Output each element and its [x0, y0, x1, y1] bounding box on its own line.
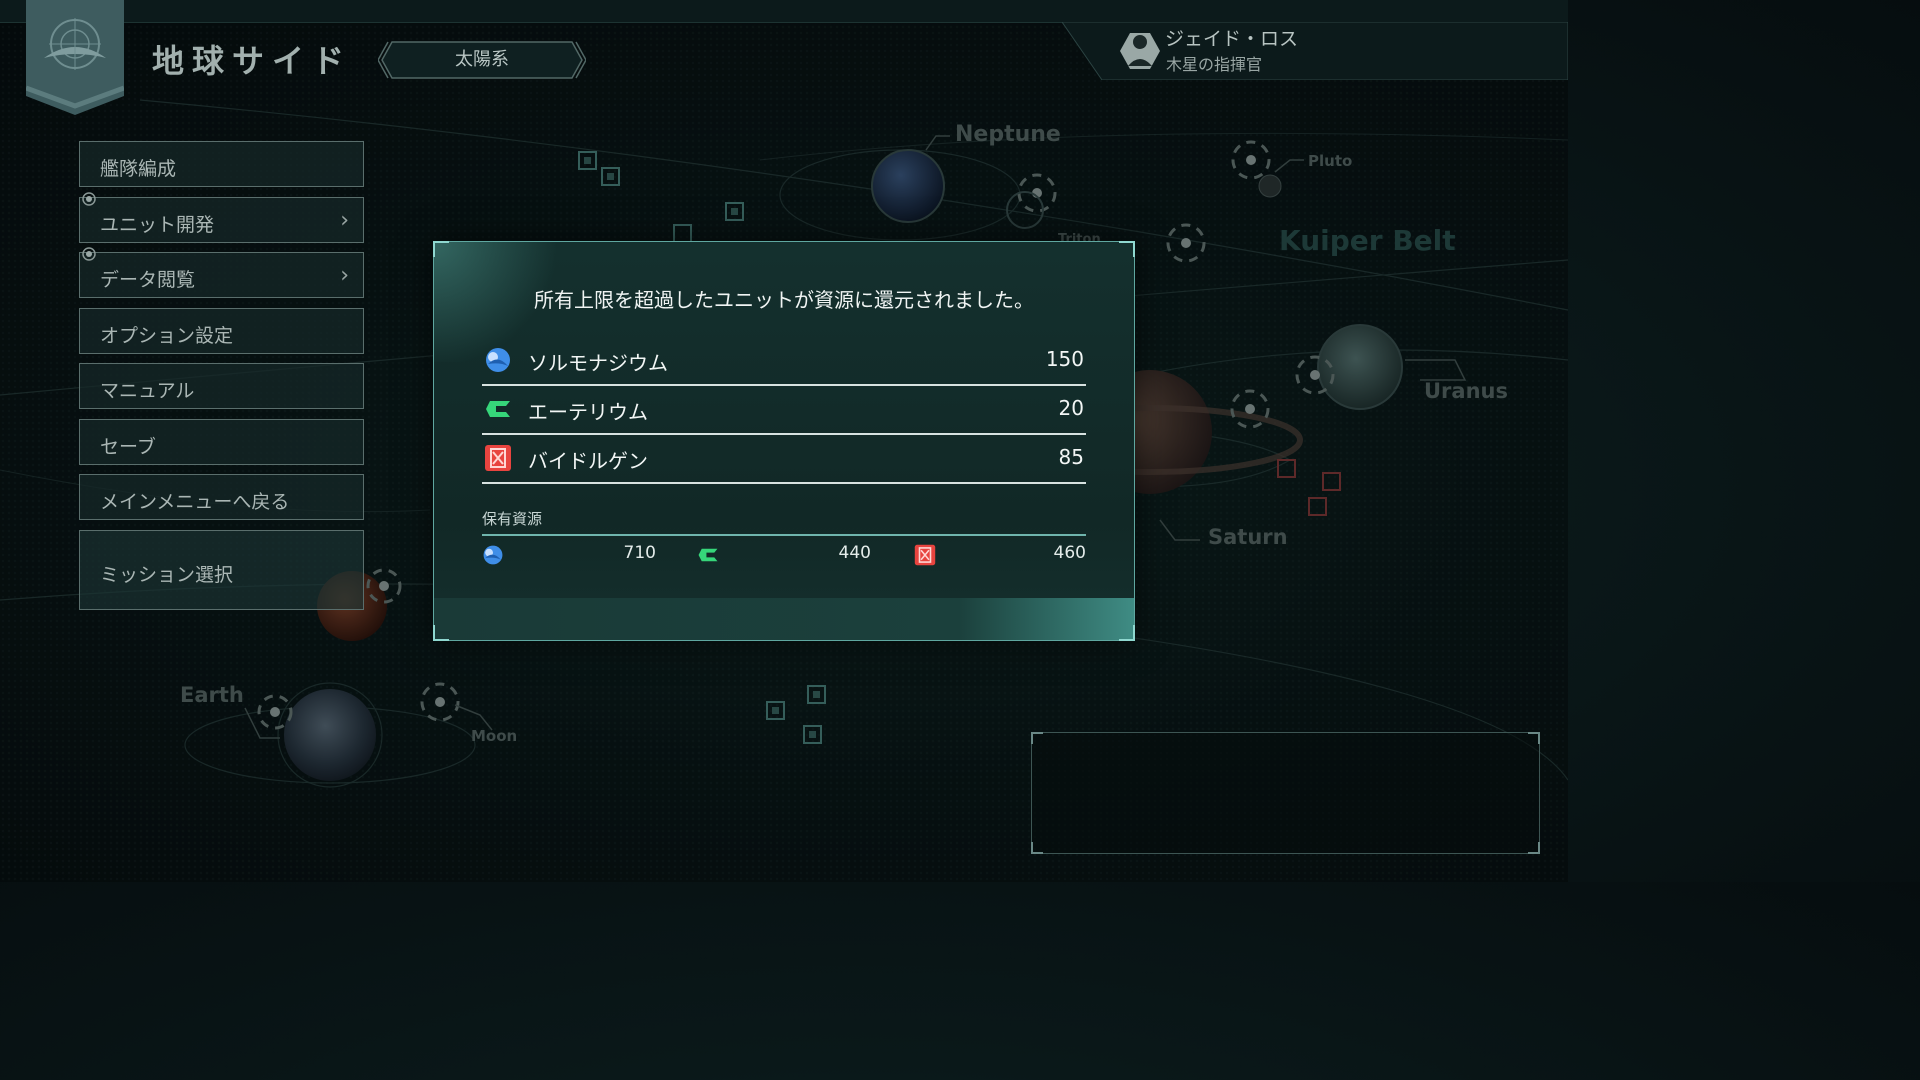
menu-label: ユニット開発 — [100, 214, 215, 236]
menu-return-main[interactable]: メインメニューへ戻る — [79, 474, 364, 520]
menu-label: 艦隊編成 — [100, 158, 177, 180]
menu-label: データ閲覧 — [100, 269, 196, 291]
menu-data-browse[interactable]: データ閲覧 › — [79, 247, 364, 298]
holding-value: 460 — [1053, 543, 1086, 563]
etherium-icon — [698, 548, 718, 562]
chevron-right-icon: › — [340, 263, 349, 288]
solmonadium-icon — [486, 348, 510, 372]
faction-title: 地球サイド — [152, 42, 353, 80]
menu-label: マニュアル — [100, 380, 195, 402]
resource-conversion-dialog[interactable]: 所有上限を超過したユニットが資源に還元されました。 ソルモナジウム 150 エー… — [433, 241, 1135, 641]
notification-dot-icon — [82, 192, 96, 206]
commander-title: 木星の指揮官 — [1166, 55, 1263, 74]
resource-name: バイドルゲン — [528, 449, 648, 473]
resource-name: エーテリウム — [528, 400, 648, 424]
baidorgen-icon — [485, 445, 511, 471]
notification-dot-icon — [82, 247, 96, 261]
holdings-label: 保有資源 — [482, 510, 543, 528]
menu-label: ミッション選択 — [100, 564, 234, 586]
menu-label: セーブ — [100, 436, 156, 458]
menu-fleet-formation[interactable]: 艦隊編成 — [79, 141, 364, 187]
menu-options[interactable]: オプション設定 — [79, 308, 364, 354]
faction-emblem-icon — [26, 0, 124, 115]
holding-value: 710 — [623, 543, 656, 563]
commander-name: ジェイド・ロス — [1165, 28, 1299, 50]
resource-name: ソルモナジウム — [528, 351, 668, 375]
solmonadium-icon — [483, 545, 503, 565]
resource-row: ソルモナジウム 150 — [482, 336, 1086, 386]
top-bar — [0, 0, 1568, 23]
menu-label: オプション設定 — [100, 325, 234, 347]
info-panel — [1031, 732, 1540, 854]
baidorgen-icon — [914, 544, 936, 566]
etherium-icon — [486, 401, 510, 417]
resource-value: 150 — [1045, 347, 1084, 371]
dialog-message: 所有上限を超過したユニットが資源に還元されました。 — [534, 288, 1034, 312]
chevron-right-icon: › — [340, 208, 349, 233]
system-selector[interactable]: 太陽系 — [378, 40, 586, 80]
holding-value: 440 — [838, 543, 871, 563]
menu-mission-select[interactable]: ミッション選択 — [79, 530, 364, 610]
menu-manual[interactable]: マニュアル — [79, 363, 364, 409]
resource-row: エーテリウム 20 — [482, 385, 1086, 435]
resource-row: バイドルゲン 85 — [482, 434, 1086, 484]
resource-value: 20 — [1058, 396, 1084, 420]
menu-save[interactable]: セーブ — [79, 419, 364, 465]
menu-label: メインメニューへ戻る — [100, 491, 290, 513]
resource-value: 85 — [1058, 445, 1084, 469]
menu-unit-development[interactable]: ユニット開発 › — [79, 192, 364, 243]
commander-avatar-icon — [1120, 27, 1160, 75]
dialog-footer — [434, 598, 1134, 640]
